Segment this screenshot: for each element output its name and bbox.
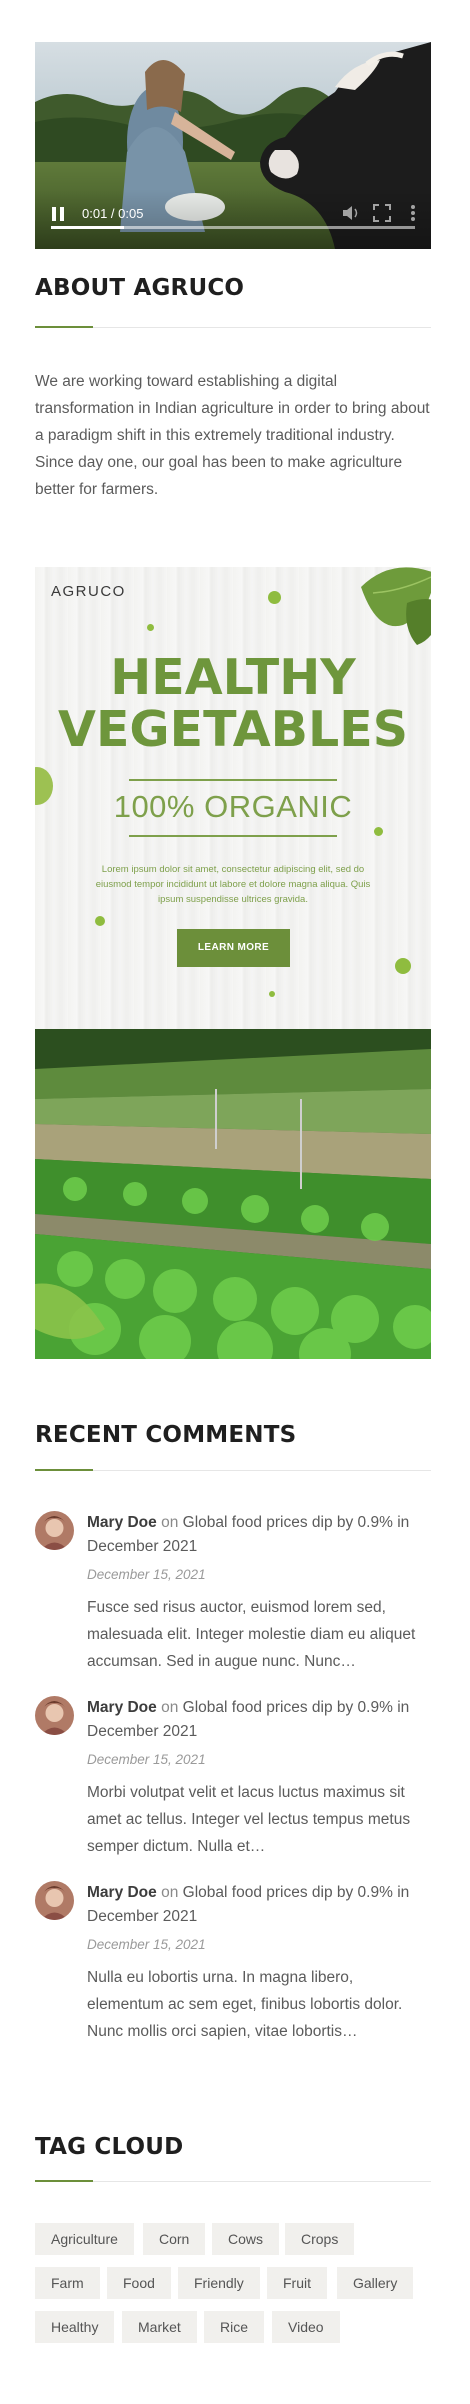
banner-headline-line1: HEALTHY [110, 649, 356, 706]
tag-friendly[interactable]: Friendly [178, 2267, 260, 2299]
vegetable-field-image [35, 1029, 431, 1359]
decor-dot [395, 958, 411, 974]
banner-headline-line2: VEGETABLES [58, 701, 408, 758]
tag-rice[interactable]: Rice [204, 2311, 265, 2343]
speaker-icon[interactable] [341, 203, 361, 223]
comment-excerpt: Nulla eu lobortis urna. In magna libero,… [87, 1969, 403, 2040]
tag-video[interactable]: Video [272, 2311, 340, 2343]
decor-dot [147, 624, 154, 631]
decor-dot [268, 591, 281, 604]
comment-date: December 15, 2021 [87, 1752, 206, 1767]
avatar [35, 1696, 74, 1735]
comment-excerpt: Morbi volutpat velit et lacus luctus max… [87, 1784, 411, 1855]
video-controls-bar: 0:01 / 0:05 [35, 189, 431, 249]
tag-cloud-title: TAG CLOUD [35, 2134, 184, 2160]
recent-comments-title: RECENT COMMENTS [35, 1422, 297, 1448]
video-time: 0:01 / 0:05 [82, 206, 144, 221]
avatar [35, 1881, 74, 1920]
promo-banner: AGRUCO HEALTHY VEGETABLES 100% ORGANIC L… [35, 567, 431, 1029]
recent-comments-title-rule [35, 1469, 431, 1471]
banner-subheadline: 100% ORGANIC [113, 789, 353, 824]
comment-excerpt: Fusce sed risus auctor, euismod lorem se… [87, 1599, 416, 1670]
comment-on-label: on [161, 1699, 179, 1716]
banner-body: Lorem ipsum dolor sit amet, consectetur … [95, 864, 371, 905]
video-player[interactable]: 0:01 / 0:05 [35, 42, 431, 249]
tag-gallery[interactable]: Gallery [337, 2267, 414, 2299]
tag-cloud-title-rule [35, 2180, 431, 2182]
tag-agriculture[interactable]: Agriculture [35, 2223, 134, 2255]
tag-crops[interactable]: Crops [285, 2223, 355, 2255]
video-progress-fill [51, 226, 124, 229]
decor-dot [95, 916, 105, 926]
decor-dot [374, 827, 383, 836]
page: 0:01 / 0:05 ABOUT AGRUCO We are working … [0, 0, 470, 2404]
pause-icon[interactable] [52, 207, 64, 221]
more-vertical-icon[interactable] [403, 203, 423, 223]
about-title: ABOUT AGRUCO [35, 275, 245, 301]
tag-healthy[interactable]: Healthy [35, 2311, 115, 2343]
tag-fruit[interactable]: Fruit [267, 2267, 327, 2299]
comment-author: Mary Doe [87, 1884, 157, 1901]
comment-date: December 15, 2021 [87, 1567, 206, 1582]
leaf-icon [361, 567, 431, 645]
comment-author: Mary Doe [87, 1514, 157, 1531]
tag-corn[interactable]: Corn [143, 2223, 206, 2255]
comment-date: December 15, 2021 [87, 1937, 206, 1952]
tag-cows[interactable]: Cows [212, 2223, 280, 2255]
decor-dot [269, 991, 275, 997]
fullscreen-icon[interactable] [372, 203, 392, 223]
avatar [35, 1511, 74, 1550]
banner-divider-top [129, 779, 337, 781]
banner-brand: AGRUCO [51, 583, 126, 600]
comment-on-label: on [161, 1884, 179, 1901]
banner-divider-bottom [129, 835, 337, 837]
learn-more-button[interactable]: LEARN MORE [177, 929, 290, 967]
video-progress-bar[interactable] [51, 226, 415, 229]
tag-market[interactable]: Market [122, 2311, 197, 2343]
about-text: We are working toward establishing a dig… [35, 373, 430, 498]
comment-header: Mary Doe on Global food prices dip by 0.… [87, 1511, 431, 1559]
comment-header: Mary Doe on Global food prices dip by 0.… [87, 1696, 431, 1744]
comment-author: Mary Doe [87, 1699, 157, 1716]
comment-on-label: on [161, 1514, 179, 1531]
tag-food[interactable]: Food [107, 2267, 171, 2299]
tag-farm[interactable]: Farm [35, 2267, 100, 2299]
comment-header: Mary Doe on Global food prices dip by 0.… [87, 1881, 431, 1929]
about-title-rule [35, 326, 431, 328]
